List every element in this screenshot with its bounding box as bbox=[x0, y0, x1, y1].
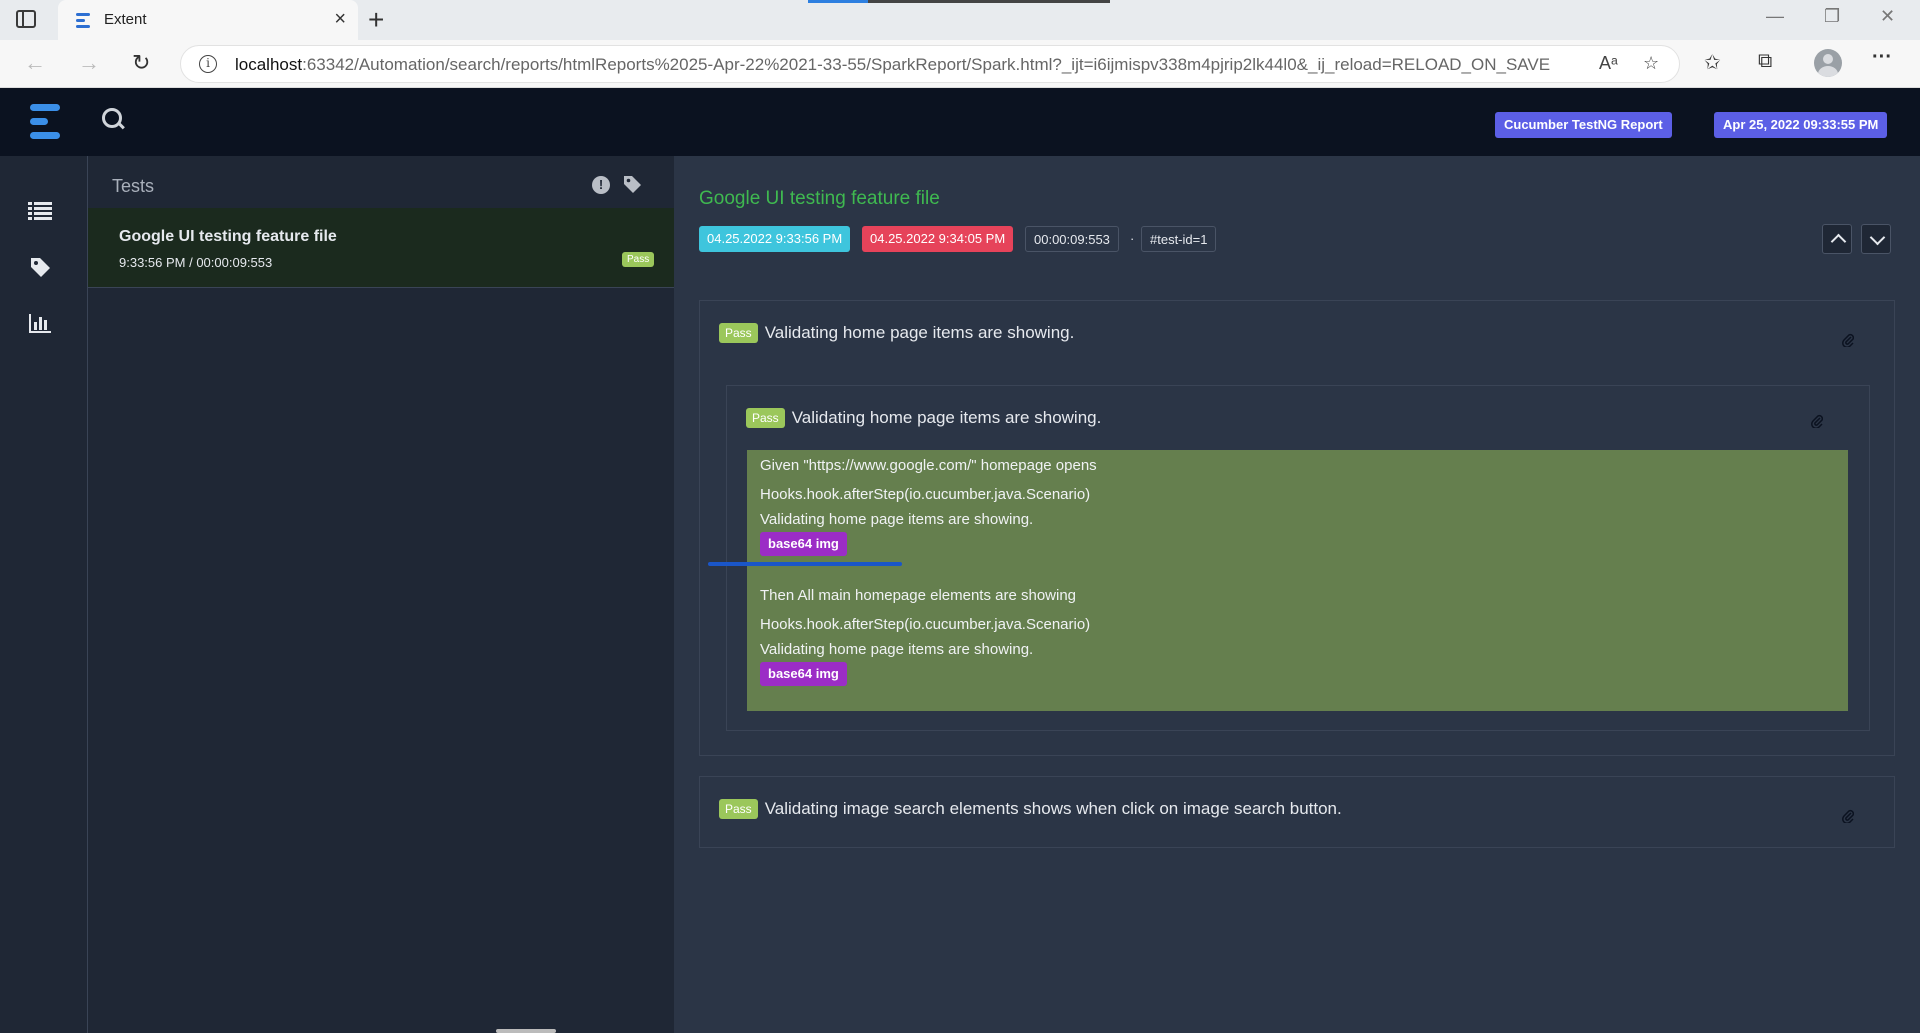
test-detail-title: Google UI testing feature file bbox=[699, 188, 940, 209]
scenario-card: Pass Validating home page items are showi… bbox=[699, 300, 1895, 756]
expand-down-button[interactable] bbox=[1861, 224, 1891, 254]
new-tab-icon[interactable]: + bbox=[368, 4, 384, 36]
site-info-icon[interactable]: i bbox=[199, 55, 217, 73]
back-icon[interactable]: ← bbox=[24, 50, 46, 76]
dashboard-chart-icon[interactable] bbox=[28, 312, 52, 334]
attachment-icon[interactable] bbox=[1811, 414, 1823, 428]
tests-panel: Tests ! Google UI testing feature file 9… bbox=[88, 156, 674, 1033]
log-line: Validating home page items are showing. bbox=[760, 641, 1034, 658]
status-filter-icon[interactable]: ! bbox=[592, 176, 610, 194]
report-name-badge: Cucumber TestNG Report bbox=[1495, 112, 1672, 138]
tab-actions-icon[interactable] bbox=[16, 10, 36, 28]
url-text[interactable]: localhost:63342/Automation/search/report… bbox=[235, 55, 1595, 75]
test-list-item[interactable]: Google UI testing feature file 9:33:56 P… bbox=[88, 208, 674, 288]
extent-favicon-icon bbox=[76, 12, 92, 28]
forward-icon[interactable]: → bbox=[78, 50, 100, 76]
meta-separator: · bbox=[1130, 231, 1135, 246]
report-date-badge: Apr 25, 2022 09:33:55 PM bbox=[1714, 112, 1888, 138]
restore-icon[interactable]: ❐ bbox=[1824, 6, 1840, 27]
loading-progress bbox=[808, 0, 1110, 3]
scenario-header[interactable]: Pass Validating image search elements sho… bbox=[719, 799, 1342, 819]
browser-navbar: ← → ↻ i localhost:63342/Automation/searc… bbox=[0, 40, 1920, 88]
test-item-time: 9:33:56 PM / 00:00:09:553 bbox=[119, 255, 273, 270]
horizontal-scrollbar[interactable] bbox=[496, 1029, 556, 1033]
log-line: Given "https://www.google.com/" homepage… bbox=[760, 457, 1097, 474]
test-item-name: Google UI testing feature file bbox=[119, 228, 337, 245]
step-title: Validating home page items are showing. bbox=[791, 408, 1102, 427]
more-options-icon[interactable]: ··· bbox=[1872, 46, 1892, 69]
search-icon[interactable] bbox=[102, 108, 124, 130]
base64-image-button[interactable]: base64 img bbox=[760, 662, 847, 686]
collections-icon[interactable]: ⧉ bbox=[1758, 50, 1772, 73]
step-card: Pass Validating home page items are showi… bbox=[726, 385, 1870, 731]
close-window-icon[interactable]: ✕ bbox=[1880, 6, 1895, 27]
reload-icon[interactable]: ↻ bbox=[132, 50, 150, 76]
scenario-card: Pass Validating image search elements sho… bbox=[699, 776, 1895, 848]
log-line: Hooks.hook.afterStep(io.cucumber.java.Sc… bbox=[760, 486, 1091, 503]
status-badge: Pass bbox=[719, 323, 758, 343]
tests-panel-title: Tests bbox=[112, 176, 155, 196]
favorites-icon[interactable]: ✩ bbox=[1704, 50, 1721, 75]
duration-badge: 00:00:09:553 bbox=[1025, 226, 1119, 252]
tag-filter-icon[interactable] bbox=[622, 174, 642, 194]
status-badge: Pass bbox=[746, 408, 785, 428]
scenario-title: Validating home page items are showing. bbox=[764, 323, 1075, 342]
browser-tab[interactable]: Extent × bbox=[58, 0, 358, 40]
browser-tabbar: Extent × + — ❐ ✕ bbox=[0, 0, 1920, 40]
log-line: Hooks.hook.afterStep(io.cucumber.java.Sc… bbox=[760, 616, 1091, 633]
read-aloud-icon[interactable]: A͏ᵃ bbox=[1599, 53, 1618, 74]
minimize-icon[interactable]: — bbox=[1766, 6, 1784, 27]
profile-avatar[interactable] bbox=[1814, 49, 1842, 77]
step-log: Given "https://www.google.com/" homepage… bbox=[747, 450, 1848, 711]
scenario-title: Validating image search elements shows w… bbox=[764, 799, 1342, 818]
tab-title: Extent bbox=[104, 11, 147, 28]
log-line: Validating home page items are showing. bbox=[760, 511, 1034, 528]
step-header[interactable]: Pass Validating home page items are showi… bbox=[746, 408, 1101, 428]
app-header: Cucumber TestNG Report Apr 25, 2022 09:3… bbox=[0, 88, 1920, 156]
annotation-underline bbox=[708, 562, 902, 566]
attachment-icon[interactable] bbox=[1842, 809, 1854, 823]
base64-image-button[interactable]: base64 img bbox=[760, 532, 847, 556]
status-badge: Pass bbox=[719, 799, 758, 819]
status-badge: Pass bbox=[622, 252, 655, 267]
nav-rail bbox=[0, 156, 88, 1033]
attachment-icon[interactable] bbox=[1842, 333, 1854, 347]
end-time-badge: 04.25.2022 9:34:05 PM bbox=[862, 226, 1014, 252]
tag-icon[interactable] bbox=[28, 256, 52, 278]
close-tab-icon[interactable]: × bbox=[334, 8, 346, 31]
add-favorite-icon[interactable]: ☆ bbox=[1643, 53, 1659, 74]
test-list-icon[interactable] bbox=[28, 200, 52, 222]
log-line: Then All main homepage elements are show… bbox=[760, 587, 1077, 604]
test-detail-panel: Google UI testing feature file 04.25.202… bbox=[674, 156, 1920, 1033]
address-bar[interactable]: i localhost:63342/Automation/search/repo… bbox=[180, 45, 1680, 83]
extent-logo bbox=[30, 102, 62, 142]
start-time-badge: 04.25.2022 9:33:56 PM bbox=[699, 226, 851, 252]
scenario-header[interactable]: Pass Validating home page items are showi… bbox=[719, 323, 1074, 343]
test-id-badge: #test-id=1 bbox=[1141, 226, 1217, 252]
collapse-up-button[interactable] bbox=[1822, 224, 1852, 254]
